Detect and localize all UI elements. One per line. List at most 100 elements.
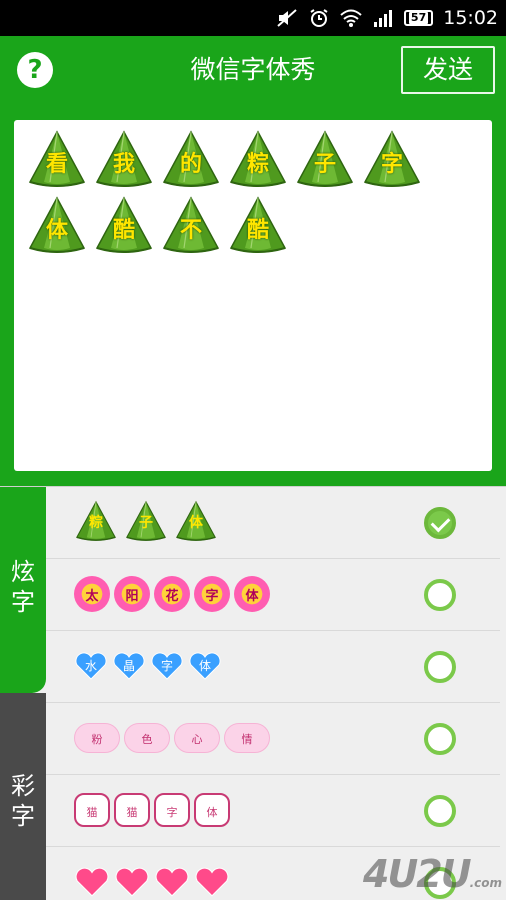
watermark-logo: 4U2U.com bbox=[362, 852, 502, 896]
zongzi-icon: 粽 bbox=[74, 499, 120, 545]
preview-canvas[interactable]: 看 我 的 粽 子 字体 酷 不 酷 bbox=[14, 120, 492, 471]
zongzi-char: 看 bbox=[26, 128, 93, 194]
battery-icon: 57 bbox=[403, 10, 434, 26]
style-sample-char: 粽 bbox=[89, 515, 103, 531]
pink-cloud-icon: 色 bbox=[124, 723, 170, 753]
sunflower-icon: 花 bbox=[154, 576, 190, 612]
style-sample-char: 情 bbox=[241, 733, 253, 746]
blue-heart-icon: 字 bbox=[150, 651, 184, 681]
style-sample-char: 子 bbox=[139, 515, 153, 531]
alarm-icon bbox=[310, 9, 328, 27]
style-sample-char: 体 bbox=[189, 515, 203, 531]
zongzi-icon: 体 bbox=[174, 499, 220, 545]
blue-heart-icon: 体 bbox=[188, 651, 222, 681]
style-sample-char: 体 bbox=[198, 659, 211, 673]
clock: 15:02 bbox=[443, 7, 498, 29]
preview-container: 看 我 的 粽 子 字体 酷 不 酷 bbox=[0, 104, 506, 486]
zongzi-char-text: 字 bbox=[380, 152, 403, 177]
status-icons: 57 15:02 bbox=[276, 0, 498, 36]
cat-icon: 猫 bbox=[74, 793, 110, 827]
blue-heart-icon: 水 bbox=[74, 651, 108, 681]
style-option-blue-heart[interactable]: 水晶字体 bbox=[46, 631, 500, 703]
style-option-zongzi[interactable]: 粽子体 bbox=[46, 487, 500, 559]
style-sample-char: 花 bbox=[165, 589, 179, 604]
zongzi-char-text: 体 bbox=[45, 218, 68, 243]
zongzi-char: 子 bbox=[294, 128, 361, 194]
zongzi-char: 不 bbox=[160, 194, 227, 260]
radio-button[interactable] bbox=[424, 795, 456, 827]
style-option-pink-cloud[interactable]: 粉色心情 bbox=[46, 703, 500, 775]
zongzi-char-text: 子 bbox=[313, 152, 336, 177]
radio-checked-icon[interactable] bbox=[424, 507, 456, 539]
sunflower-icon: 阳 bbox=[114, 576, 150, 612]
style-sample: 粉色心情 bbox=[74, 715, 270, 761]
cat-icon: 猫 bbox=[114, 793, 150, 827]
pink-heart-icon bbox=[114, 866, 150, 898]
tab-color-text[interactable]: 彩字 bbox=[0, 693, 46, 900]
tab-label: 彩字 bbox=[11, 772, 35, 830]
zongzi-char-text: 看 bbox=[45, 152, 68, 177]
zongzi-char-text: 我 bbox=[112, 152, 135, 177]
cat-icon: 字 bbox=[154, 793, 190, 827]
style-sample-char: 粉 bbox=[91, 733, 103, 746]
blue-heart-icon: 晶 bbox=[112, 651, 146, 681]
pink-cloud-icon: 心 bbox=[174, 723, 220, 753]
battery-level: 57 bbox=[408, 11, 429, 24]
zongzi-char-text: 酷 bbox=[246, 218, 269, 243]
radio-button[interactable] bbox=[424, 579, 456, 611]
zongzi-char: 酷 bbox=[93, 194, 160, 260]
pink-heart-icon bbox=[154, 866, 190, 898]
style-panel: 炫字 彩字 粽子体太阳花字体水晶字体粉色心情猫猫字体 4U2U.com bbox=[0, 486, 506, 900]
pink-cloud-icon: 情 bbox=[224, 723, 270, 753]
sunflower-icon: 字 bbox=[194, 576, 230, 612]
style-sample-char: 字 bbox=[205, 589, 219, 604]
style-sample-char: 体 bbox=[245, 589, 259, 604]
tab-label: 炫字 bbox=[11, 558, 35, 616]
zongzi-icon: 子 bbox=[124, 499, 170, 545]
style-sample-char: 水 bbox=[84, 659, 97, 673]
style-sample-char: 阳 bbox=[125, 589, 139, 604]
style-option-cat[interactable]: 猫猫字体 bbox=[46, 775, 500, 847]
mute-icon bbox=[277, 9, 297, 27]
style-sample-char: 字 bbox=[160, 659, 173, 673]
help-button[interactable]: ? bbox=[17, 52, 53, 88]
wifi-icon bbox=[340, 9, 362, 27]
pink-heart-icon bbox=[74, 866, 110, 898]
pink-heart-icon bbox=[194, 866, 230, 898]
style-option-sunflower[interactable]: 太阳花字体 bbox=[46, 559, 500, 631]
style-sample bbox=[74, 859, 230, 900]
radio-button[interactable] bbox=[424, 651, 456, 683]
title-bar: 微信字体秀 ? 发送 bbox=[0, 36, 506, 104]
zongzi-char: 体 bbox=[26, 194, 93, 260]
cat-icon: 体 bbox=[194, 793, 230, 827]
style-sample: 太阳花字体 bbox=[74, 571, 270, 617]
style-sample-char: 字 bbox=[166, 806, 178, 819]
style-sample-char: 太 bbox=[85, 589, 99, 604]
zongzi-char-text: 酷 bbox=[112, 218, 135, 243]
style-list: 粽子体太阳花字体水晶字体粉色心情猫猫字体 bbox=[46, 487, 506, 900]
zongzi-char-text: 粽 bbox=[246, 152, 269, 177]
sunflower-icon: 体 bbox=[234, 576, 270, 612]
zongzi-char: 酷 bbox=[227, 194, 294, 260]
send-button[interactable]: 发送 bbox=[401, 46, 495, 94]
style-sample-char: 晶 bbox=[122, 659, 135, 673]
style-sample-char: 猫 bbox=[86, 806, 98, 819]
pink-cloud-icon: 粉 bbox=[74, 723, 120, 753]
zongzi-char: 的 bbox=[160, 128, 227, 194]
style-sample-char: 色 bbox=[141, 733, 153, 746]
style-sample: 粽子体 bbox=[74, 499, 220, 545]
zongzi-char-text: 不 bbox=[179, 218, 202, 243]
zongzi-char-text: 的 bbox=[179, 152, 202, 177]
style-sample-char: 猫 bbox=[126, 806, 138, 819]
style-sample: 猫猫字体 bbox=[74, 787, 230, 833]
zongzi-char: 我 bbox=[93, 128, 160, 194]
tab-fancy-text[interactable]: 炫字 bbox=[0, 487, 46, 693]
style-sample-char: 心 bbox=[191, 733, 203, 746]
zongzi-char: 粽 bbox=[227, 128, 294, 194]
style-sample-char: 体 bbox=[206, 806, 218, 819]
radio-button[interactable] bbox=[424, 723, 456, 755]
zongzi-char: 字 bbox=[361, 128, 428, 194]
preview-chars: 看 我 的 粽 子 字体 酷 不 酷 bbox=[26, 128, 486, 260]
status-bar: 57 15:02 bbox=[0, 0, 506, 36]
sunflower-icon: 太 bbox=[74, 576, 110, 612]
